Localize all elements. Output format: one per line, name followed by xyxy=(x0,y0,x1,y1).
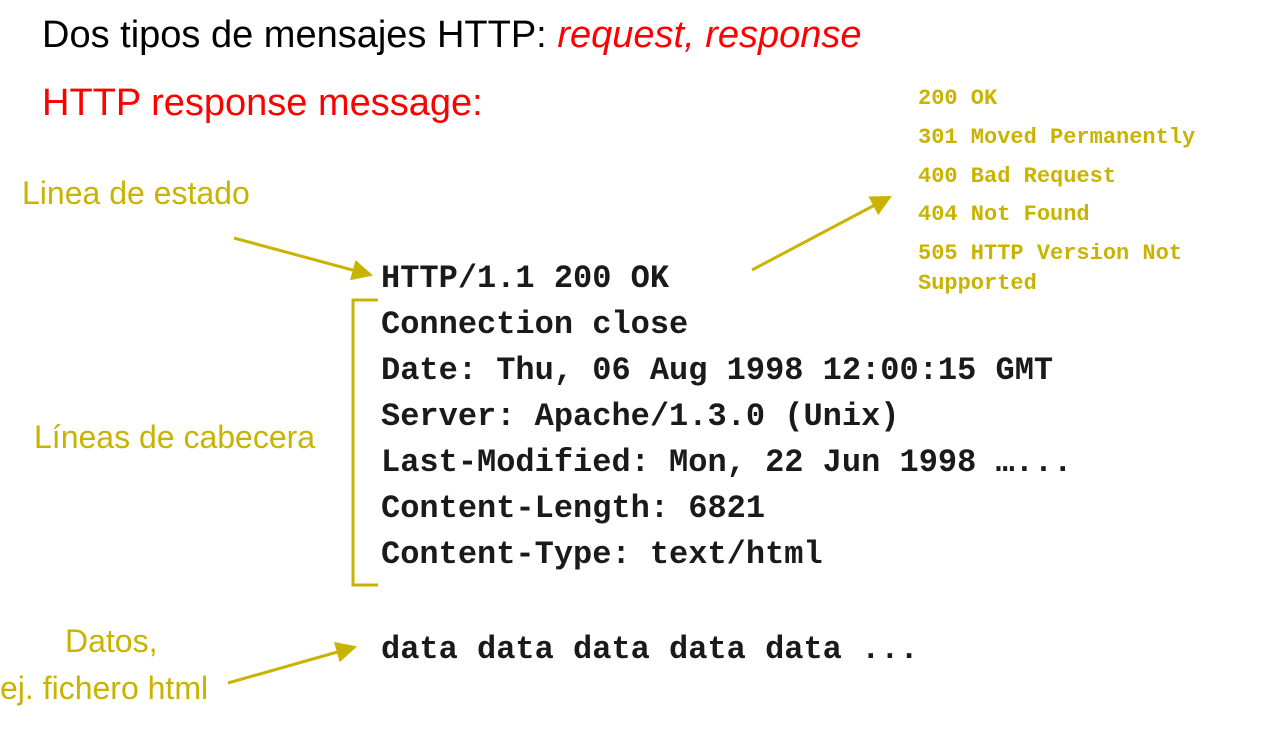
header-bracket xyxy=(351,298,378,587)
arrow-status-line xyxy=(233,236,374,281)
arrow-status-codes xyxy=(751,195,892,272)
diagram-connectors xyxy=(227,195,892,685)
arrow-data xyxy=(227,642,358,685)
